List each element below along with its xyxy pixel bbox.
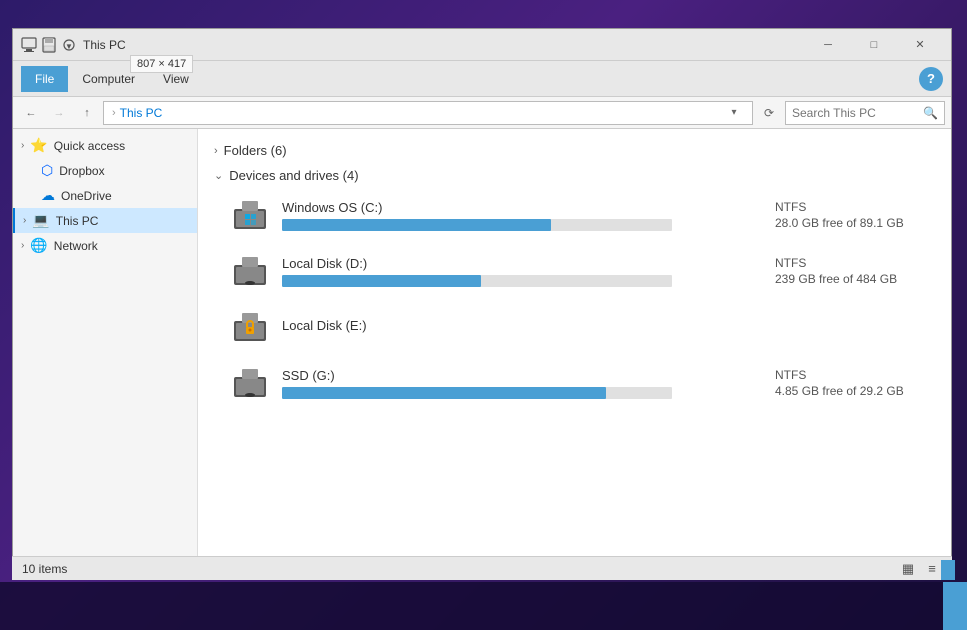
folders-section-header[interactable]: › Folders (6) — [214, 137, 935, 162]
g-drive-progress-fill — [282, 387, 606, 399]
taskbar-accent — [943, 582, 967, 630]
sidebar-item-network[interactable]: › 🌐 Network — [13, 233, 197, 258]
back-button[interactable]: ← — [19, 101, 43, 125]
taskbar — [0, 582, 967, 630]
d-drive-name: Local Disk (D:) — [282, 256, 747, 271]
g-drive-space: 4.85 GB free of 29.2 GB — [775, 384, 919, 398]
e-drive-icon-wrap — [230, 307, 270, 347]
address-dropdown-arrow[interactable]: ▾ — [724, 101, 744, 125]
onedrive-label: OneDrive — [61, 189, 112, 203]
onedrive-icon: ☁ — [41, 187, 55, 204]
address-this-pc[interactable]: This PC — [120, 106, 163, 120]
d-drive-info: Local Disk (D:) — [282, 256, 747, 287]
network-chevron: › — [21, 240, 24, 251]
c-drive-progress-fill — [282, 219, 551, 231]
scrollbar-thumb[interactable] — [941, 560, 955, 580]
g-drive-icon — [230, 363, 270, 403]
c-drive-icon — [230, 195, 270, 235]
view-list-button[interactable]: ≡ — [922, 560, 942, 578]
search-input[interactable] — [792, 106, 919, 120]
c-drive-info: Windows OS (C:) — [282, 200, 747, 231]
monitor-icon — [21, 37, 37, 53]
c-drive-name: Windows OS (C:) — [282, 200, 747, 215]
e-drive-name: Local Disk (E:) — [282, 318, 747, 333]
g-drive-fs: NTFS — [775, 368, 919, 382]
up-button[interactable]: ↑ — [75, 101, 99, 125]
folders-section-title: Folders (6) — [224, 143, 287, 158]
e-drive-meta — [759, 326, 919, 328]
status-items-count: 10 items — [22, 562, 67, 576]
c-drive-fs: NTFS — [775, 200, 919, 214]
drive-item-g[interactable]: SSD (G:) NTFS 4.85 GB free of 29.2 GB — [214, 355, 935, 411]
status-view-icons: ▦ ≡ — [898, 560, 942, 578]
sidebar-item-quick-access[interactable]: › ⭐ Quick access — [13, 133, 197, 158]
g-drive-icon-wrap — [230, 363, 270, 403]
view-details-button[interactable]: ▦ — [898, 560, 918, 578]
dimension-tooltip: 807 × 417 — [130, 55, 193, 73]
d-drive-progress-wrap — [282, 275, 672, 287]
c-drive-progress-wrap — [282, 219, 672, 231]
tab-file[interactable]: File — [21, 66, 68, 92]
network-icon: 🌐 — [30, 237, 47, 254]
quick-access-chevron: › — [21, 140, 24, 151]
drives-section-header[interactable]: ⌄ Devices and drives (4) — [214, 162, 935, 187]
drive-item-d[interactable]: Local Disk (D:) NTFS 239 GB free of 484 … — [214, 243, 935, 299]
status-bar: 10 items ▦ ≡ — [12, 556, 952, 580]
window-title: This PC — [83, 38, 805, 52]
title-bar-controls: ─ □ ✕ — [805, 29, 943, 61]
drives-chevron: ⌄ — [214, 169, 223, 182]
sidebar-item-dropbox[interactable]: ⬡ Dropbox — [13, 158, 197, 183]
title-bar-icons: ▼ — [21, 37, 77, 53]
sidebar-item-onedrive[interactable]: ☁ OneDrive — [13, 183, 197, 208]
sidebar-item-this-pc[interactable]: › 💻 This PC — [13, 208, 197, 233]
g-drive-info: SSD (G:) — [282, 368, 747, 399]
folders-chevron: › — [214, 145, 218, 157]
d-drive-icon — [230, 251, 270, 291]
main-layout: › ⭐ Quick access ⬡ Dropbox ☁ OneDrive › … — [13, 129, 951, 557]
search-box[interactable]: 🔍 — [785, 101, 945, 125]
g-drive-meta: NTFS 4.85 GB free of 29.2 GB — [759, 368, 919, 398]
drive-item-c[interactable]: Windows OS (C:) NTFS 28.0 GB free of 89.… — [214, 187, 935, 243]
content-area: › Folders (6) ⌄ Devices and drives (4) — [198, 129, 951, 557]
custom-icon: ▼ — [61, 37, 77, 53]
this-pc-icon: 💻 — [32, 212, 49, 229]
d-drive-fs: NTFS — [775, 256, 919, 270]
address-chevron: › — [112, 107, 116, 119]
dropbox-icon: ⬡ — [41, 162, 53, 179]
this-pc-label: This PC — [56, 214, 99, 228]
e-drive-info: Local Disk (E:) — [282, 318, 747, 337]
save-icon — [41, 37, 57, 53]
drive-item-e[interactable]: Local Disk (E:) — [214, 299, 935, 355]
svg-text:▼: ▼ — [65, 42, 73, 51]
c-drive-space: 28.0 GB free of 89.1 GB — [775, 216, 919, 230]
drives-section-title: Devices and drives (4) — [229, 168, 358, 183]
d-drive-progress-fill — [282, 275, 481, 287]
this-pc-chevron: › — [23, 215, 26, 226]
e-drive-icon — [230, 307, 270, 347]
d-drive-space: 239 GB free of 484 GB — [775, 272, 919, 286]
explorer-window: ▼ This PC ─ □ ✕ File Computer View ? ← →… — [12, 28, 952, 558]
address-field[interactable]: › This PC ▾ — [103, 101, 753, 125]
quick-access-label: Quick access — [54, 139, 125, 153]
help-button[interactable]: ? — [919, 67, 943, 91]
quick-access-icon: ⭐ — [30, 137, 47, 154]
sidebar: › ⭐ Quick access ⬡ Dropbox ☁ OneDrive › … — [13, 129, 198, 557]
search-icon: 🔍 — [923, 106, 938, 120]
dimension-label: 807 × 417 — [137, 58, 186, 70]
g-drive-progress-wrap — [282, 387, 672, 399]
network-label: Network — [54, 239, 98, 253]
address-bar: ← → ↑ › This PC ▾ ⟳ 🔍 — [13, 97, 951, 129]
d-drive-meta: NTFS 239 GB free of 484 GB — [759, 256, 919, 286]
minimize-button[interactable]: ─ — [805, 29, 851, 61]
g-drive-name: SSD (G:) — [282, 368, 747, 383]
d-drive-icon-wrap — [230, 251, 270, 291]
maximize-button[interactable]: □ — [851, 29, 897, 61]
dropbox-label: Dropbox — [59, 164, 104, 178]
close-button[interactable]: ✕ — [897, 29, 943, 61]
address-breadcrumb: › This PC — [112, 106, 724, 120]
c-drive-icon-wrap — [230, 195, 270, 235]
refresh-button[interactable]: ⟳ — [757, 101, 781, 125]
c-drive-meta: NTFS 28.0 GB free of 89.1 GB — [759, 200, 919, 230]
forward-button[interactable]: → — [47, 101, 71, 125]
